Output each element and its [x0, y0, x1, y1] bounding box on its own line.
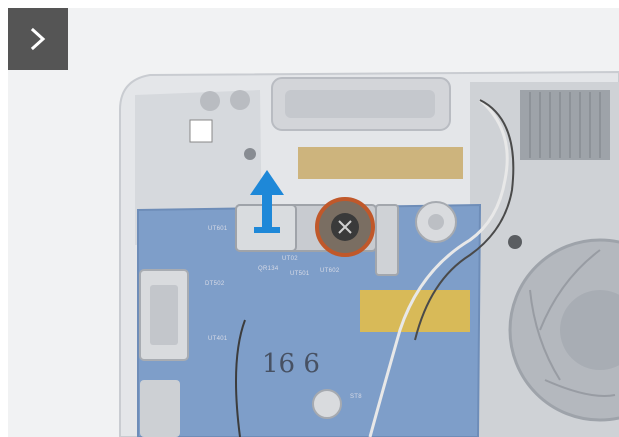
- heat-sink-fins: [520, 90, 610, 160]
- step-illustration-stage: UT02 UT501 QR134 UT602 DT502 UT601 UT401…: [0, 0, 619, 437]
- board-label-ut02: UT02: [282, 256, 298, 262]
- screw-fan: [508, 235, 522, 249]
- board-label-ut501: UT501: [290, 271, 310, 277]
- next-button[interactable]: Next: [8, 8, 68, 70]
- screw-top-left-1: [200, 91, 220, 111]
- board-label-ut602: UT602: [320, 268, 340, 274]
- board-label-ut401: UT401: [208, 336, 228, 342]
- board-label-st8: ST8: [350, 394, 362, 400]
- bracket-tab: [375, 204, 399, 276]
- chevron-right-icon: [30, 27, 46, 51]
- audio-jack: [140, 380, 180, 437]
- hinge-barrel: [285, 90, 435, 118]
- standoff-bottom: [312, 389, 342, 419]
- screw-top-left-2: [230, 90, 250, 110]
- usb-c-port-opening: [150, 285, 178, 345]
- laptop-interior-photo: UT02 UT501 QR134 UT602 DT502 UT601 UT401…: [8, 8, 619, 437]
- screw-bracket: [244, 148, 256, 160]
- board-label-qr134: QR134: [258, 266, 279, 272]
- antenna-tape: [298, 147, 463, 179]
- handwritten-marking: 16 6: [262, 349, 320, 379]
- board-label-ut601: UT601: [208, 226, 228, 232]
- standoff-right-hole: [428, 214, 444, 230]
- board-label-dt502: DT502: [205, 281, 225, 287]
- laptop-interior-illustration: UT02 UT501 QR134 UT602 DT502 UT601 UT401…: [119, 70, 619, 437]
- qr-label: [189, 119, 213, 143]
